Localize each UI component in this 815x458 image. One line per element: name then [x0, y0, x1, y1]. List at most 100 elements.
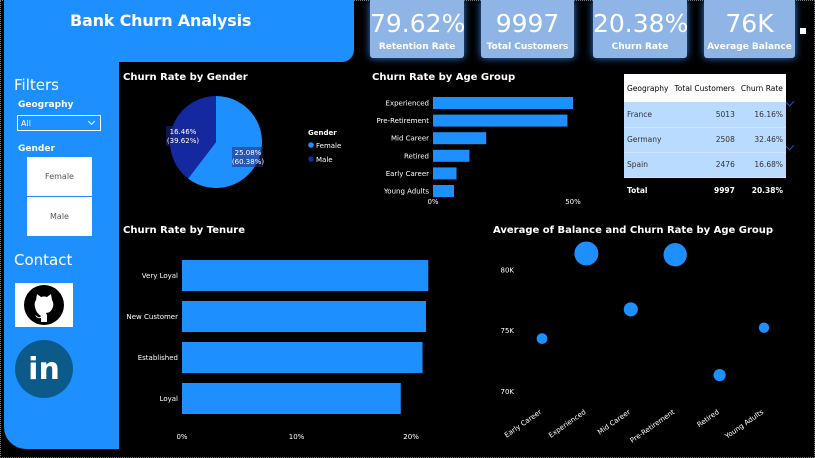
- bar-category-label: Experienced: [386, 100, 429, 108]
- table-cell: 20.38%: [737, 177, 786, 203]
- bar-category-label: Very Loyal: [142, 272, 178, 280]
- table-cell: Germany: [624, 127, 672, 153]
- table-cell: Total: [624, 177, 672, 203]
- geography-select-value: All: [21, 119, 31, 128]
- kpi-label: Churn Rate: [611, 42, 669, 52]
- age-bar-chart: Experienced Pre-Retirement Mid Career Retir…: [376, 97, 581, 206]
- table-row: France 5013 16.16%: [624, 102, 786, 128]
- table-row: Germany 2508 32.46%: [624, 127, 786, 153]
- scatter-point-young-adults: [758, 322, 770, 333]
- bar-category-label: Early Career: [386, 170, 429, 178]
- bar-retired: [433, 149, 470, 162]
- github-link[interactable]: [15, 283, 73, 327]
- x-tick-label: Experienced: [547, 408, 587, 439]
- x-tick-label: 10%: [289, 433, 305, 441]
- scatter-point-early-career: [536, 333, 548, 344]
- table-cell: 5013: [671, 102, 738, 128]
- pie-label-male-share: (39.62%): [167, 137, 199, 145]
- bar-pre-retirement: [433, 114, 568, 127]
- kpi-label: Total Customers: [486, 42, 569, 52]
- geography-filter-label: Geography: [18, 100, 74, 110]
- legend-label-male: Male: [316, 156, 333, 164]
- bar-category-label: Established: [138, 354, 178, 362]
- gender-option-female[interactable]: Female: [27, 157, 92, 196]
- legend-label-female: Female: [316, 142, 341, 150]
- scatter-point-pre-retirement: [663, 243, 687, 267]
- table-cell: 16.68%: [737, 152, 786, 178]
- x-tick-label: 50%: [565, 198, 581, 206]
- legend-dot-female: [308, 142, 314, 148]
- bar-category-label: Mid Career: [391, 135, 429, 143]
- table-cell: 9997: [671, 177, 738, 203]
- pie-label-female: 25.08%: [235, 149, 262, 157]
- pie-legend-title: Gender: [308, 129, 337, 137]
- scatter-point-mid-career: [623, 302, 638, 317]
- bar-category-label: Pre-Retirement: [376, 117, 429, 125]
- y-tick-label: 80K: [501, 266, 515, 274]
- kpi-label: Retention Rate: [378, 42, 456, 52]
- bar-new-customer: [182, 301, 426, 332]
- bar-category-label: Loyal: [160, 395, 178, 403]
- bar-experienced: [433, 97, 573, 109]
- y-tick-label: 70K: [501, 388, 515, 396]
- table-header[interactable]: Total Customers: [671, 74, 738, 102]
- table-cell: 32.46%: [737, 127, 786, 153]
- gender-chart-title: Churn Rate by Gender: [123, 72, 248, 83]
- table-row: Spain 2476 16.68%: [624, 152, 786, 178]
- bar-category-label: New Customer: [127, 313, 179, 321]
- x-tick-label: 20%: [403, 433, 419, 441]
- chevron-down-icon[interactable]: [784, 96, 795, 107]
- table-total-row: Total 9997 20.38%: [624, 177, 786, 203]
- kpi-churn-rate: 20.38% Churn Rate: [593, 0, 689, 58]
- pie-label-female-share: (60.38%): [232, 158, 264, 166]
- balance-scatter-chart: 70K 75K 80K Early Career Experienced Mid Care…: [501, 241, 770, 445]
- github-icon: [24, 285, 64, 325]
- table-cell: 2476: [671, 152, 738, 178]
- chevron-down-icon: [87, 117, 96, 126]
- bar-established: [182, 342, 423, 373]
- balance-chart-title: Average of Balance and Churn Rate by Age…: [493, 225, 774, 236]
- gender-pie-chart: 25.08%(60.38%) 16.46%(39.62%) Gender Female…: [166, 96, 341, 188]
- x-tick-label: Retired: [696, 408, 721, 429]
- bar-category-label: Retired: [404, 152, 429, 160]
- tenure-bar-chart: Very Loyal New Customer Established Loyal 0%…: [127, 260, 429, 441]
- linkedin-link[interactable]: in: [15, 340, 73, 398]
- table-cell: 16.16%: [737, 102, 786, 128]
- kpi-value: 79.62%: [370, 9, 466, 38]
- corner-handle[interactable]: [800, 28, 806, 34]
- tenure-chart-title: Churn Rate by Tenure: [123, 225, 245, 236]
- x-tick-label: 0%: [176, 433, 187, 441]
- x-tick-label: 0%: [427, 198, 438, 206]
- gender-filter-label: Gender: [18, 144, 55, 154]
- x-tick-label: Early Career: [503, 408, 543, 439]
- table-cell: France: [624, 102, 672, 128]
- bar-early-career: [433, 167, 457, 180]
- linkedin-icon: in: [28, 351, 60, 387]
- y-tick-label: 75K: [501, 327, 515, 335]
- table-header[interactable]: Geography: [624, 74, 672, 102]
- geography-table: Geography Total Customers Churn Rate Fra…: [624, 74, 786, 203]
- chevron-down-icon[interactable]: [784, 140, 795, 151]
- contact-title: Contact: [14, 251, 73, 269]
- bar-very-loyal: [182, 260, 429, 291]
- geography-select[interactable]: All: [17, 115, 101, 131]
- kpi-label: Average Balance: [707, 42, 792, 52]
- table-header[interactable]: Churn Rate: [737, 74, 786, 102]
- kpi-average-balance: 76K Average Balance: [704, 0, 795, 58]
- kpi-retention-rate: 79.62% Retention Rate: [370, 0, 466, 58]
- gender-option-male[interactable]: Male: [27, 197, 92, 236]
- table-cell: Spain: [624, 152, 672, 178]
- bar-loyal: [182, 383, 401, 414]
- legend-dot-male: [308, 156, 314, 162]
- header-banner: Bank Churn Analysis: [4, 0, 354, 62]
- table-cell: 2508: [671, 127, 738, 153]
- x-tick-label: Young Adults: [723, 408, 766, 441]
- kpi-value: 76K: [725, 9, 774, 38]
- kpi-value: 20.38%: [593, 9, 689, 38]
- page-title: Bank Churn Analysis: [70, 11, 252, 30]
- filters-title: Filters: [14, 76, 59, 94]
- kpi-total-customers: 9997 Total Customers: [481, 0, 574, 58]
- kpi-value: 9997: [495, 9, 560, 38]
- x-tick-label: Pre-Retirement: [629, 408, 677, 445]
- bar-category-label: Young Adults: [383, 188, 429, 196]
